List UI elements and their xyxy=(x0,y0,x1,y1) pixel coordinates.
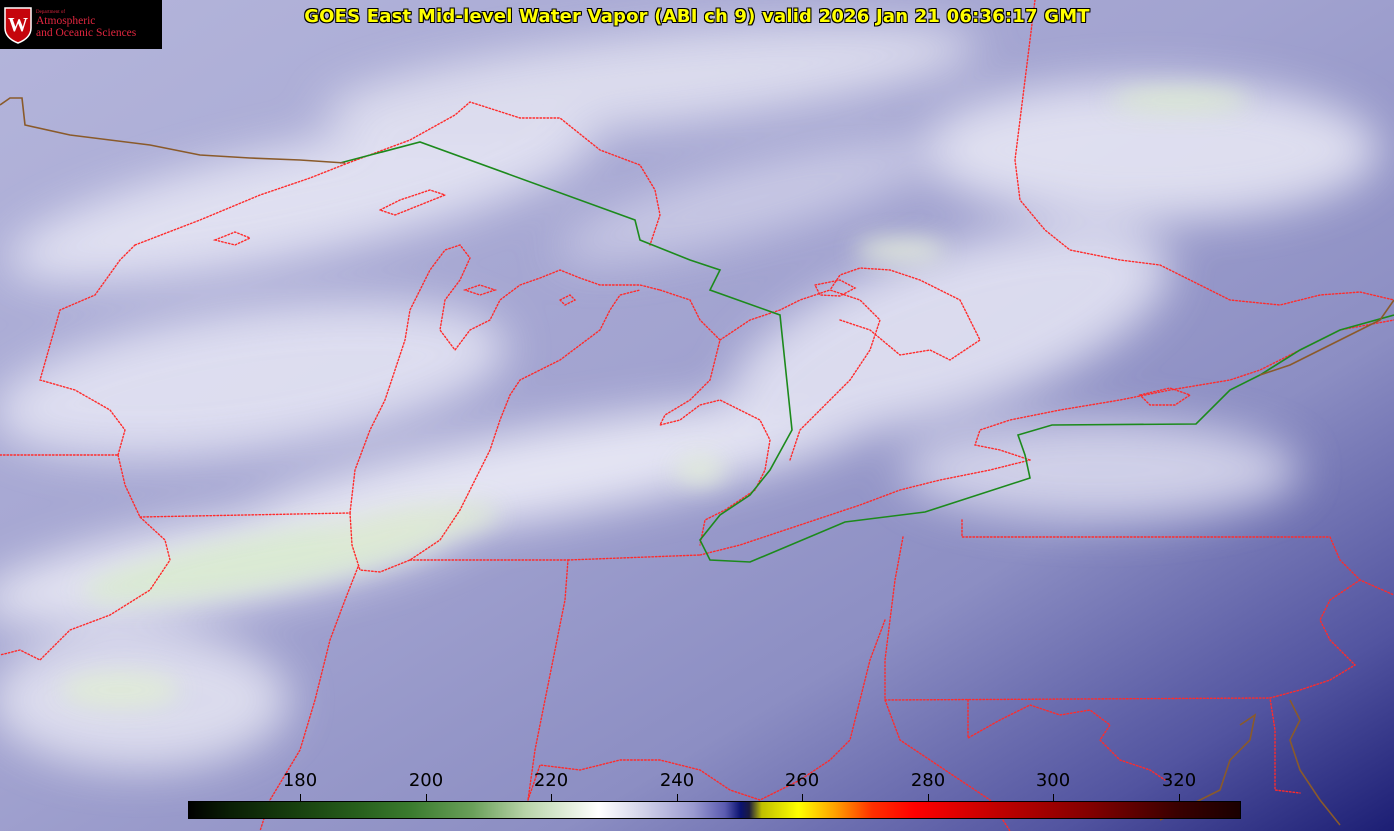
tick-mark xyxy=(551,794,552,801)
water-vapor-map xyxy=(0,0,1394,831)
tick-mark xyxy=(300,794,301,801)
tick-label: 220 xyxy=(533,770,569,791)
tick-label: 200 xyxy=(408,770,444,791)
tick-label: 320 xyxy=(1161,770,1197,791)
tick-label: 260 xyxy=(784,770,820,791)
logo-line-2: and Oceanic Sciences xyxy=(36,27,137,40)
title-text: GOES East Mid-level Water Vapor (ABI ch … xyxy=(304,6,1090,27)
tick-mark xyxy=(1179,794,1180,801)
tick-label: 300 xyxy=(1035,770,1071,791)
tick-mark xyxy=(1053,794,1054,801)
tick-mark xyxy=(426,794,427,801)
tick-mark xyxy=(802,794,803,801)
tick-mark xyxy=(928,794,929,801)
tick-label: 180 xyxy=(282,770,318,791)
tick-label: 280 xyxy=(910,770,946,791)
tick-label: 240 xyxy=(659,770,695,791)
tick-mark xyxy=(677,794,678,801)
colorbar-tick-labels: 180 200 220 240 260 280 300 320 xyxy=(0,770,1394,794)
temperature-colorbar xyxy=(188,801,1241,819)
image-title: GOES East Mid-level Water Vapor (ABI ch … xyxy=(0,6,1394,27)
